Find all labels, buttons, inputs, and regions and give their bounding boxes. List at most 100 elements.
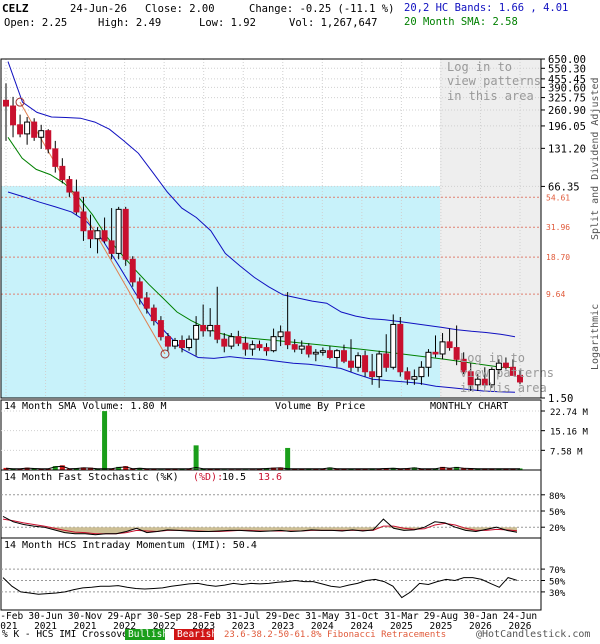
close-value: Close: 2.00: [145, 3, 215, 15]
candle-body-down: [214, 324, 221, 340]
price-tick-label: 260.90: [548, 105, 586, 117]
candle-body-up: [312, 351, 319, 355]
logarithmic-label: Logarithmic: [590, 304, 600, 370]
candle-body-down: [157, 320, 164, 338]
candle-body-up: [418, 366, 425, 378]
candle-body-down: [179, 340, 186, 349]
stochastic-d-value: 13.6: [258, 472, 282, 483]
volume-axis: 22.74 M 15.16 M 7.58 M: [541, 408, 589, 457]
candle-body-down: [10, 105, 17, 126]
fibonacci-zone: [1, 186, 440, 398]
candle-body-up: [425, 351, 432, 368]
copyright-label[interactable]: @HotCandlestick.com: [476, 629, 590, 640]
volume-value: Vol: 1,267,647: [289, 17, 378, 29]
imi-tick-label: 30%: [549, 589, 566, 599]
fibonacci-footer-label: 23.6-38.2-50-61.8% Fibonacci Retracement…: [224, 630, 446, 640]
candle-body-down: [101, 230, 108, 242]
candle-body-down: [263, 347, 270, 352]
candle-body-up: [270, 336, 277, 352]
candle-body-down: [17, 124, 24, 135]
candle-body-up: [207, 324, 214, 332]
candle-body-down: [284, 331, 291, 346]
candle-body-down: [136, 281, 143, 299]
candle-body-down: [66, 179, 73, 193]
candle-body-down: [73, 191, 80, 213]
stochastic-axis: 80% 50% 20%: [541, 492, 566, 534]
login-line-3: in this area: [447, 89, 534, 103]
candle-body-up: [24, 121, 31, 135]
candle-body-down: [432, 351, 439, 355]
candle-body-down: [397, 323, 404, 373]
candle-body-down: [52, 148, 59, 167]
candle-body-up: [390, 323, 397, 368]
candle-body-down: [150, 307, 157, 322]
volume-bar: [193, 445, 199, 470]
price-tick-label: 131.20: [548, 143, 586, 155]
stochastic-tick-label: 20%: [549, 524, 566, 534]
fibonacci-label: 54.61: [546, 193, 570, 202]
volume-tick-label: 22.74 M: [550, 408, 589, 418]
footer: % K - HCS IMI Crossover: Bullish Bearish…: [2, 629, 590, 640]
candle-body-down: [143, 297, 150, 309]
imi-tick-label: 50%: [549, 578, 566, 588]
candle-body-up: [411, 376, 418, 380]
volume-tick-label: 7.58 M: [550, 447, 583, 457]
price-tick-label: 66.35: [548, 181, 580, 193]
candle: [397, 316, 404, 377]
sma-value: 20 Month SMA: 2.58: [404, 16, 518, 28]
stochastic-tick-label: 80%: [549, 492, 566, 502]
volume-sma-label: 14 Month SMA Volume: 1.80 M: [4, 401, 167, 412]
stochastic-tick-label: 50%: [549, 508, 566, 518]
volume-tick-label: 15.16 M: [550, 428, 589, 438]
candle-body-down: [80, 211, 87, 232]
candle-body-down: [122, 208, 129, 260]
bands-value: 20,2 HC Bands: 1.66 , 4.01: [404, 2, 568, 14]
candle: [115, 206, 122, 260]
candle-body-down: [129, 258, 136, 283]
volume-bar: [285, 447, 291, 470]
price-tick-label: 1.50: [548, 393, 573, 405]
candle-body-up: [439, 341, 446, 355]
login-line-1: Log in to: [447, 60, 512, 74]
candle-body-up: [277, 331, 284, 338]
candle-body-up: [186, 338, 193, 349]
candle-body-down: [221, 338, 228, 347]
candle-body-down: [362, 355, 369, 373]
low-value: Low: 1.92: [199, 17, 256, 29]
change-value: Change: -0.25 (-11.1 %): [249, 3, 394, 15]
candle: [122, 206, 129, 266]
candle-body-down: [242, 342, 249, 350]
candle-body-down: [305, 345, 312, 355]
candle-body-up: [115, 208, 122, 254]
candle-body-down: [164, 336, 171, 347]
candle-body-up: [355, 355, 362, 368]
candle-body-down: [340, 350, 347, 362]
split-adjusted-label: Split and Dividend Adjusted: [590, 77, 600, 240]
bearish-label: Bearish: [177, 629, 217, 640]
candle-body-down: [383, 353, 390, 368]
fibonacci-label: 31.96: [546, 223, 570, 232]
candle: [129, 256, 136, 287]
candle-body-down: [31, 121, 38, 138]
candle-body-up: [376, 353, 383, 378]
stock-chart-svg: CELZ 24-Jun-26 Close: 2.00 Change: -0.25…: [0, 2, 600, 640]
monthly-chart-label: MONTHLY CHART: [430, 401, 508, 412]
candle-body-up: [228, 336, 235, 347]
open-value: Open: 2.25: [4, 17, 67, 29]
candle-body-down: [235, 336, 242, 344]
candle-body-down: [348, 360, 355, 368]
candle-body-up: [249, 344, 256, 350]
high-value: High: 2.49: [98, 17, 161, 29]
bullish-label: Bullish: [128, 629, 168, 640]
login-line-2: view patterns: [460, 366, 554, 380]
stochastic-title: 14 Month Fast Stochastic (%K) (%D): 10.5…: [4, 472, 282, 483]
login-line-1: Log in to: [460, 351, 525, 365]
candle-body-up: [298, 345, 305, 350]
stochastic-k-value: 10.5: [222, 472, 246, 483]
candle-body-down: [45, 130, 52, 150]
login-line-3: in this area: [460, 381, 547, 395]
candle-body-up: [94, 230, 101, 240]
quote-header: CELZ 24-Jun-26 Close: 2.00 Change: -0.25…: [2, 2, 568, 29]
chart-page: CELZ 24-Jun-26 Close: 2.00 Change: -0.25…: [0, 0, 600, 640]
volume-bar: [102, 411, 108, 470]
